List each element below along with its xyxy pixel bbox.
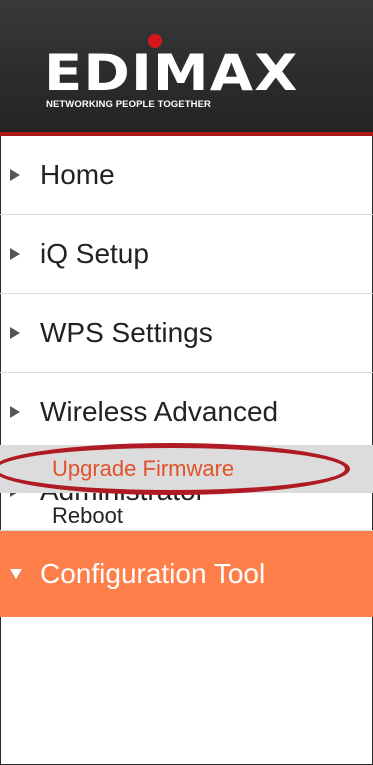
menu-item-wps-settings[interactable]: WPS Settings [0, 294, 373, 373]
header-banner: EDIMAX NETWORKING PEOPLE TOGETHER [0, 0, 373, 136]
submenu-item-reboot[interactable]: Reboot [0, 493, 373, 539]
triangle-right-icon [10, 327, 22, 339]
triangle-down-icon [10, 569, 22, 579]
logo-wordmark: EDIMAX [44, 44, 299, 102]
menu-item-label: Home [40, 159, 115, 190]
menu-item-label: Wireless Advanced [40, 396, 279, 427]
menu-item-label: WPS Settings [40, 317, 213, 348]
configuration-tool-submenu: Upgrade Firmware Reboot [0, 445, 373, 539]
submenu-item-upgrade-firmware[interactable]: Upgrade Firmware [0, 445, 373, 493]
menu-item-label: iQ Setup [40, 238, 149, 269]
edimax-logo: EDIMAX NETWORKING PEOPLE TOGETHER [44, 34, 314, 116]
menu-item-wireless-advanced[interactable]: Wireless Advanced [0, 373, 373, 452]
triangle-right-icon [10, 406, 22, 418]
menu-item-iq-setup[interactable]: iQ Setup [0, 215, 373, 294]
logo-tagline: NETWORKING PEOPLE TOGETHER [46, 99, 211, 110]
triangle-right-icon [10, 169, 22, 181]
menu-item-home[interactable]: Home [0, 136, 373, 215]
triangle-right-icon [10, 248, 22, 260]
menu-item-configuration-tool[interactable]: Configuration Tool [0, 531, 373, 617]
sidebar-menu: Home iQ Setup WPS Settings Wireless Adva… [0, 136, 373, 617]
menu-item-label: Configuration Tool [40, 558, 266, 589]
